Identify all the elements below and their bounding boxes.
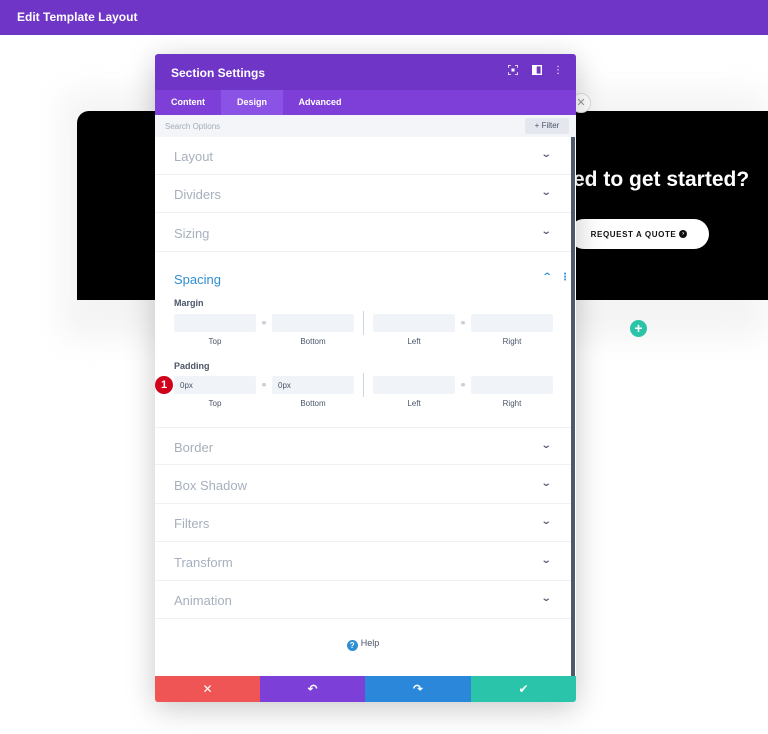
link-icon[interactable]: ⚭ — [456, 380, 470, 390]
tab-design[interactable]: Design — [221, 90, 283, 115]
cancel-button[interactable]: ✕ — [155, 676, 260, 702]
field-caption: Left — [407, 399, 421, 408]
chevron-down-icon: ⌄ — [540, 226, 552, 237]
kebab-menu-icon[interactable]: ⋮ — [560, 272, 570, 283]
section-toggle-sizing[interactable]: Sizing ⌄ — [155, 214, 571, 252]
modal-title: Section Settings — [171, 66, 266, 80]
redo-icon: ↷ — [412, 682, 424, 696]
divider — [363, 311, 364, 335]
undo-icon: ↶ — [307, 682, 318, 696]
section-label: Animation — [174, 593, 232, 608]
padding-left-input[interactable] — [373, 376, 455, 394]
chevron-down-icon: ⌄ — [540, 187, 552, 198]
margin-right-input[interactable] — [471, 314, 553, 332]
margin-top-input[interactable] — [174, 314, 256, 332]
field-caption: Top — [208, 399, 222, 408]
help-label: Help — [360, 638, 380, 648]
undo-button[interactable]: ↶ — [260, 676, 365, 702]
field-caption: Right — [502, 399, 522, 408]
fullscreen-icon[interactable] — [507, 64, 519, 77]
help-icon: ? — [346, 640, 358, 651]
step-badge: 1 — [155, 376, 173, 394]
section-settings-modal: Section Settings ⋮ Content Design Advanc… — [155, 54, 576, 702]
chevron-up-icon[interactable]: ⌃ — [542, 272, 553, 283]
filter-button[interactable]: + Filter — [525, 118, 569, 134]
chevron-down-icon: ⌄ — [540, 149, 552, 160]
section-label: Layout — [174, 149, 214, 164]
section-toggle-transform[interactable]: Transform ⌄ — [155, 543, 571, 581]
chevron-down-icon: ⌄ — [540, 593, 552, 604]
field-caption: Bottom — [300, 399, 326, 408]
margin-left-input[interactable] — [373, 314, 455, 332]
divider — [363, 373, 364, 397]
section-label: Border — [174, 440, 214, 455]
close-icon: ✕ — [202, 682, 213, 696]
margin-label: Margin — [174, 298, 204, 308]
check-icon: ✔ — [518, 682, 529, 696]
section-toggle-box-shadow[interactable]: Box Shadow ⌄ — [155, 466, 571, 504]
field-caption: Bottom — [300, 337, 326, 346]
save-button[interactable]: ✔ — [471, 676, 576, 702]
link-icon[interactable]: ⚭ — [456, 318, 470, 328]
more-options-icon[interactable]: ⋮ — [552, 65, 564, 77]
help-link[interactable]: ? Help — [155, 638, 571, 651]
padding-right-input[interactable] — [471, 376, 553, 394]
padding-top-input[interactable] — [174, 376, 256, 394]
hero-heading: ed to get started? — [573, 168, 750, 191]
split-view-icon[interactable] — [531, 64, 543, 77]
plus-icon: + — [534, 121, 540, 130]
section-label: Filters — [174, 516, 210, 531]
arrow-circle-icon: › — [679, 230, 688, 238]
section-label: Sizing — [174, 226, 210, 241]
section-toggle-dividers[interactable]: Dividers ⌄ — [155, 175, 571, 213]
field-caption: Top — [208, 337, 222, 346]
request-quote-button[interactable]: REQUEST A QUOTE › — [569, 219, 709, 249]
modal-tabs: Content Design Advanced — [155, 90, 576, 115]
redo-button[interactable]: ↷ — [365, 676, 471, 702]
tab-content[interactable]: Content — [155, 90, 221, 115]
top-bar: Edit Template Layout — [0, 0, 768, 35]
tab-advanced[interactable]: Advanced — [283, 90, 357, 115]
section-toggle-border[interactable]: Border ⌄ — [155, 427, 571, 465]
request-quote-label: REQUEST A QUOTE — [590, 229, 677, 239]
section-toggle-layout[interactable]: Layout ⌄ — [155, 137, 571, 175]
add-row-button[interactable]: + — [630, 320, 647, 337]
link-icon[interactable]: ⚭ — [257, 318, 271, 328]
padding-bottom-input[interactable] — [272, 376, 354, 394]
margin-bottom-input[interactable] — [272, 314, 354, 332]
section-label: Box Shadow — [174, 478, 247, 493]
chevron-down-icon: ⌄ — [540, 555, 552, 566]
section-toggle-spacing[interactable]: Spacing — [174, 272, 221, 287]
scrollbar[interactable] — [571, 137, 575, 677]
search-row: + Filter — [155, 115, 576, 137]
field-caption: Right — [502, 337, 522, 346]
padding-label: Padding — [174, 361, 210, 371]
page-title: Edit Template Layout — [17, 10, 138, 24]
chevron-down-icon: ⌄ — [540, 516, 552, 527]
section-toggle-animation[interactable]: Animation ⌄ — [155, 581, 571, 619]
filter-label: Filter — [541, 121, 560, 130]
chevron-down-icon: ⌄ — [540, 440, 552, 451]
modal-header: Section Settings ⋮ — [155, 54, 576, 90]
search-options-input[interactable] — [165, 118, 505, 134]
section-label: Dividers — [174, 187, 221, 202]
section-toggle-filters[interactable]: Filters ⌄ — [155, 504, 571, 542]
link-icon[interactable]: ⚭ — [257, 380, 271, 390]
chevron-down-icon: ⌄ — [540, 478, 552, 489]
field-caption: Left — [407, 337, 421, 346]
section-label: Transform — [174, 555, 233, 570]
